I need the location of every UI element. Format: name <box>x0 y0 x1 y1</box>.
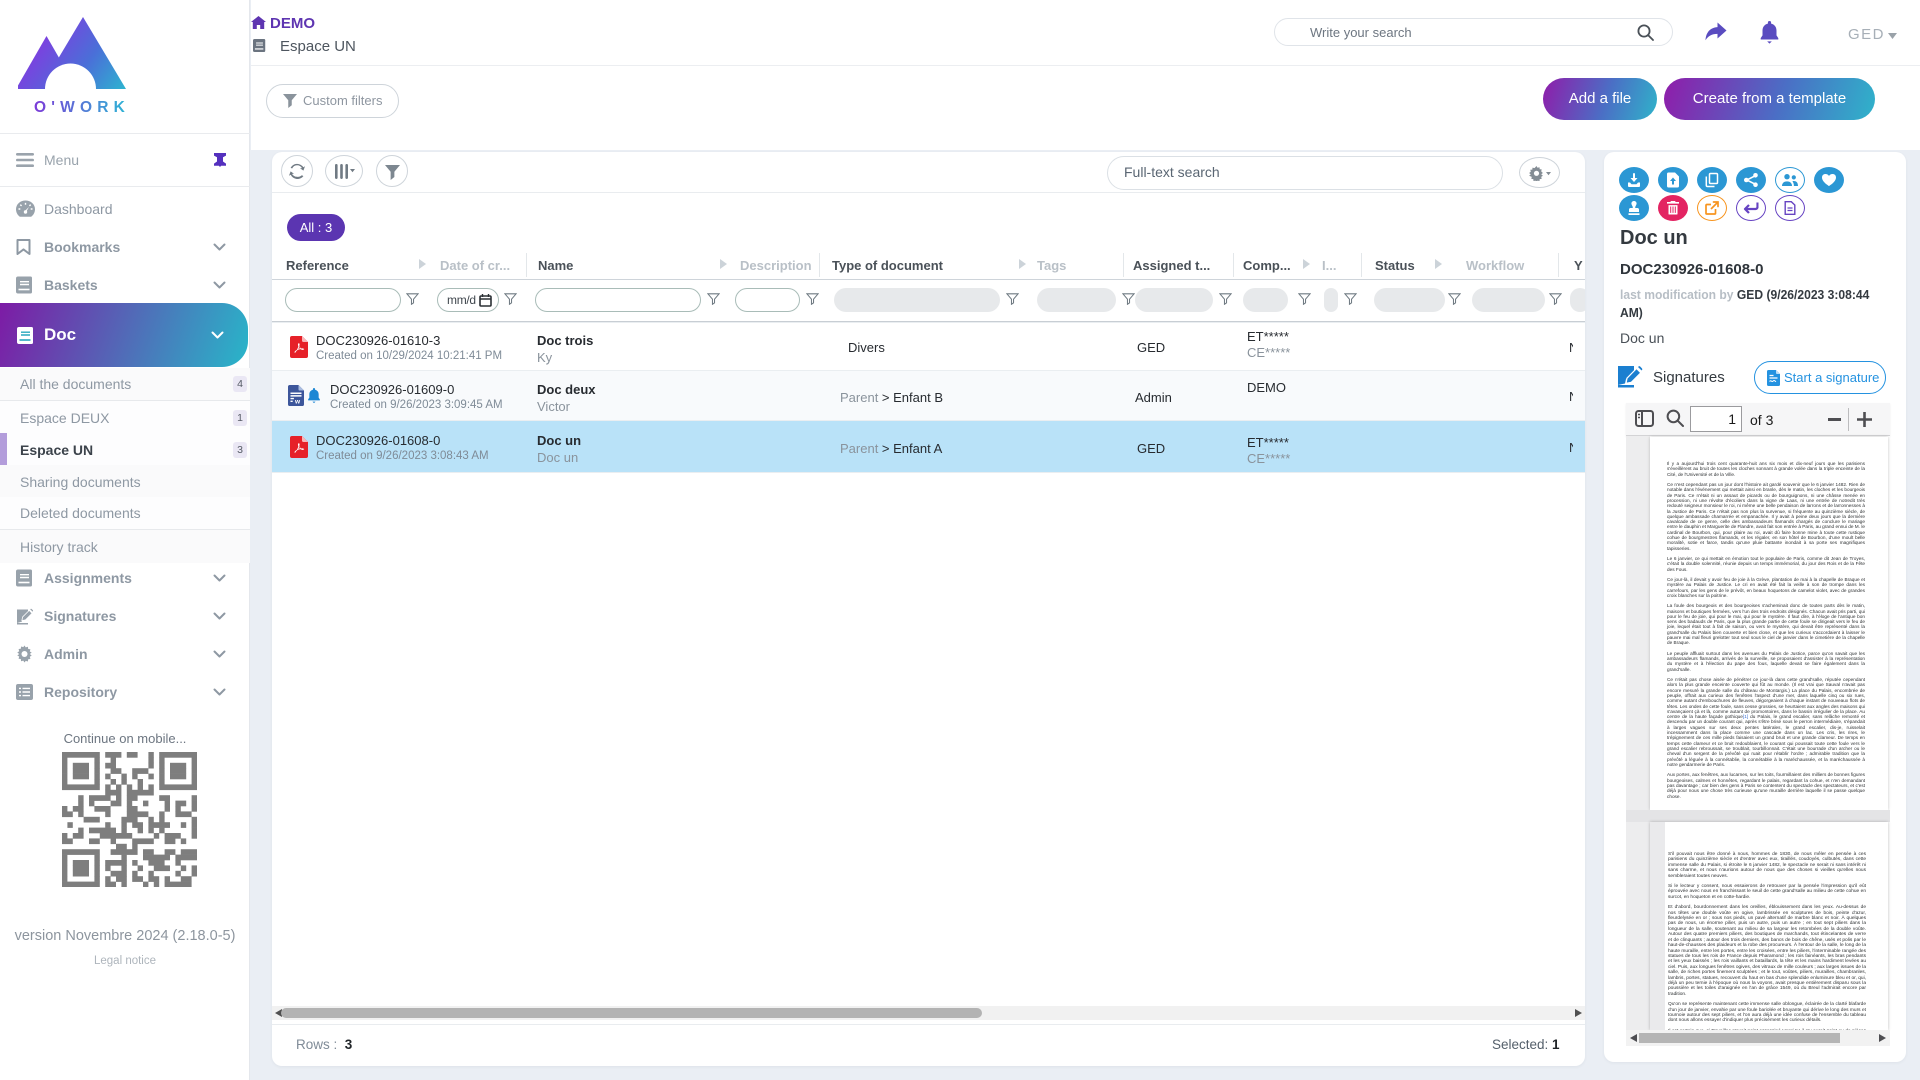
svg-text:O'WORK: O'WORK <box>34 99 130 116</box>
svg-text:w: w <box>294 398 301 405</box>
